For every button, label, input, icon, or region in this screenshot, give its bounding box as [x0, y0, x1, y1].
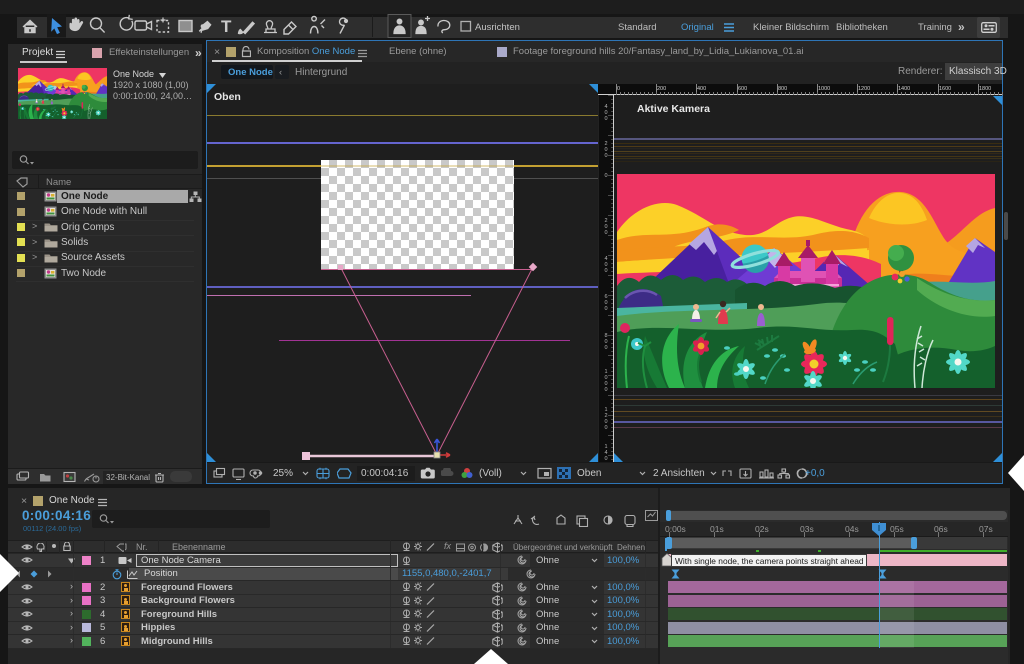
- svg-text:T: T: [221, 17, 232, 36]
